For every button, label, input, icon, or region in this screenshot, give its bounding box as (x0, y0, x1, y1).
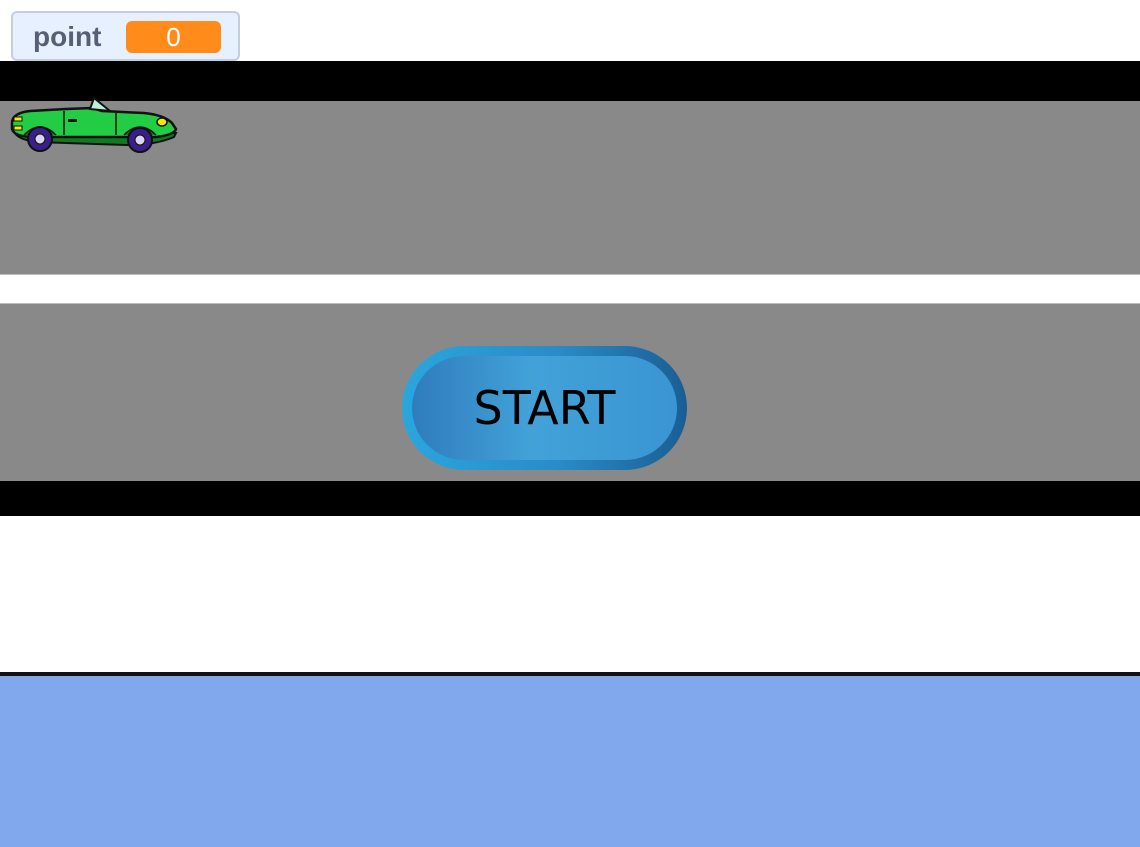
start-button[interactable]: START (402, 346, 687, 470)
score-label: point (33, 21, 102, 52)
start-button-label: START (473, 381, 616, 435)
road-edge-bottom (0, 481, 1140, 516)
game-stage[interactable]: point 0 START (0, 0, 1140, 847)
score-monitor: point 0 (11, 11, 240, 61)
road-median (0, 274, 1140, 304)
score-value: 0 (126, 21, 221, 53)
sidewalk (0, 516, 1140, 672)
green-convertible-car-icon[interactable] (6, 95, 180, 155)
water-area (0, 676, 1140, 847)
